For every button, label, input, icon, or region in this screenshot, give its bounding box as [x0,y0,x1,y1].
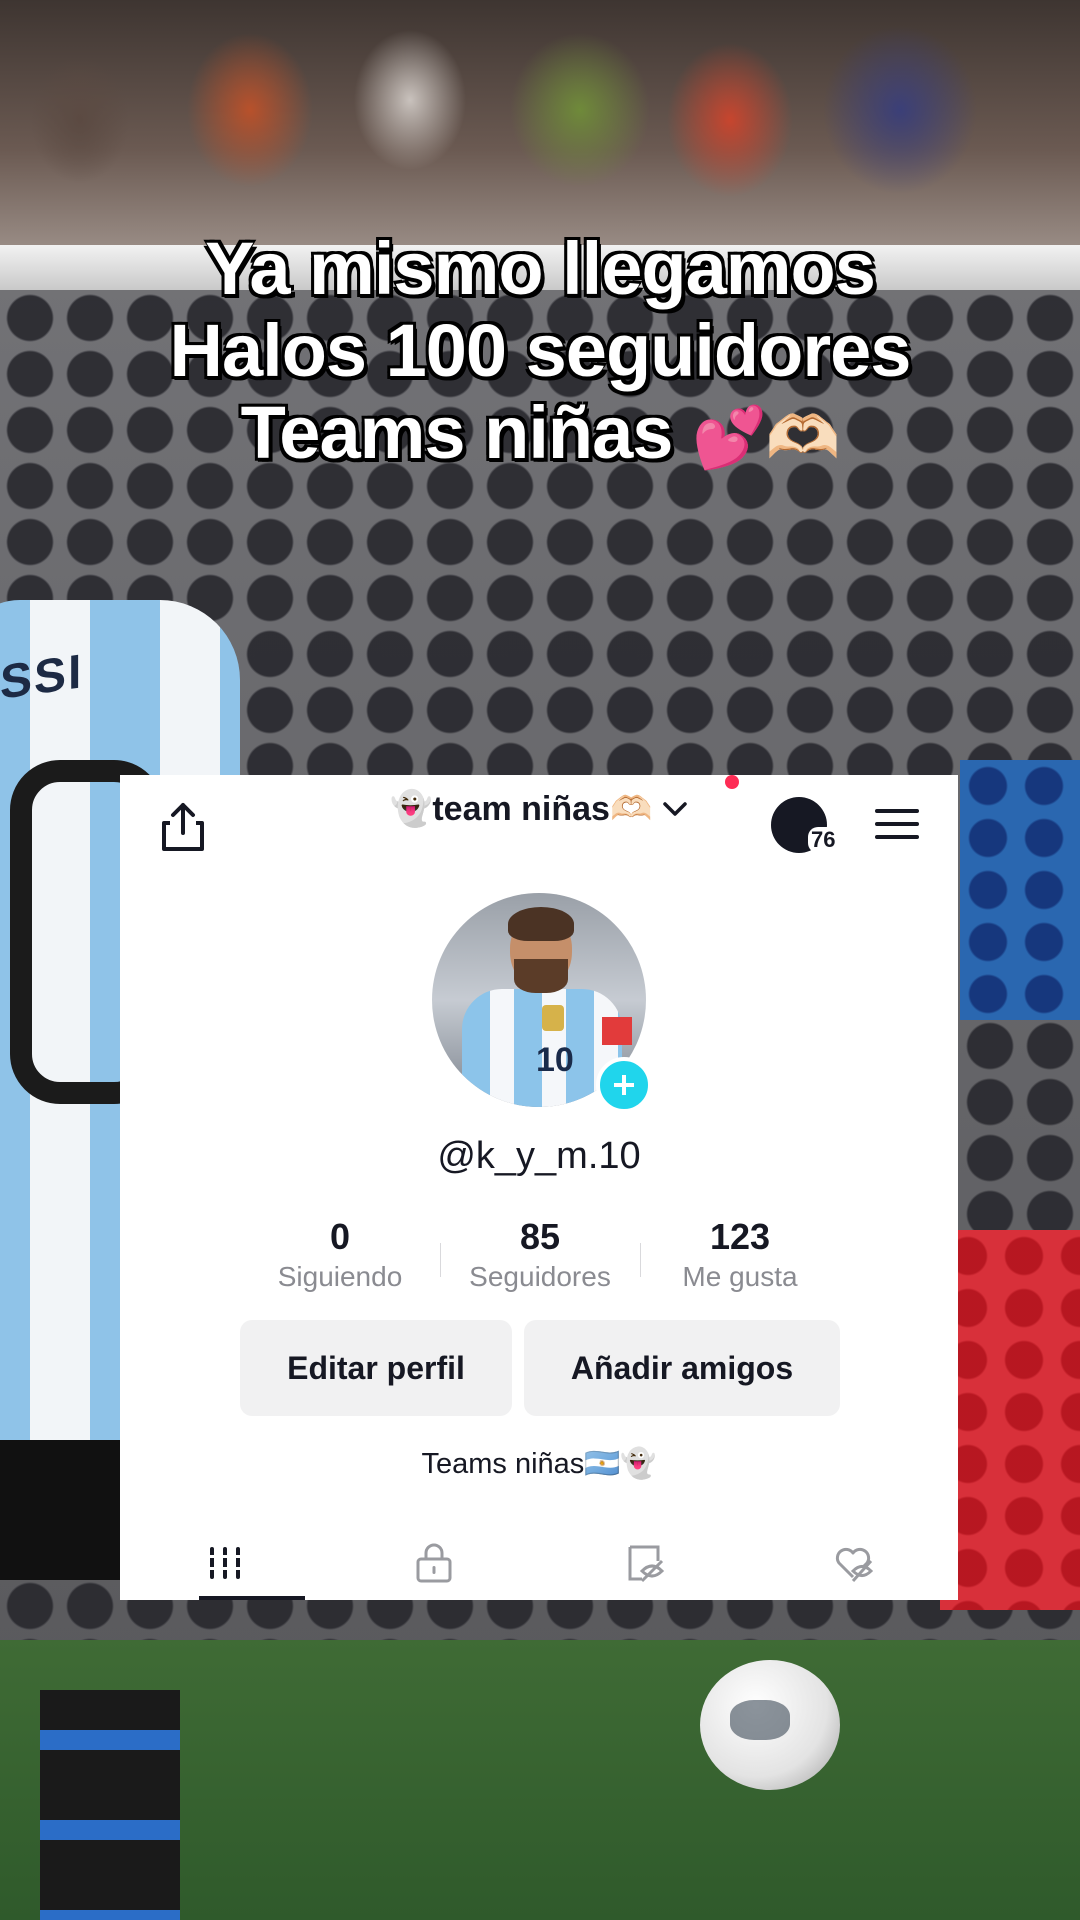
hidden-likes-icon [836,1547,874,1582]
profile-bio: Teams niñas🇦🇷👻 [421,1448,657,1480]
caption-line-3: Teams niñas 💕🫶🏻 [0,392,1080,479]
stat-following-value: 0 [329,1216,351,1257]
stat-likes-value: 123 [709,1216,771,1257]
video-caption: Ya mismo llegamos Halos 100 seguidores T… [0,228,1080,479]
account-switcher[interactable]: 👻team niñas🫶🏻 [390,789,688,829]
add-photo-button[interactable] [596,1057,652,1113]
stat-likes-label: Me gusta [682,1261,798,1292]
stat-following-label: Siguiendo [277,1261,403,1292]
tab-liked[interactable] [749,1525,959,1600]
caption-emojis: 💕🫶🏻 [691,404,840,471]
net-red-section [940,1230,1080,1610]
avatar-jersey-number: 10 [536,1041,574,1079]
private-lock-icon [416,1543,452,1582]
avatar-captain-band [602,1017,632,1045]
stat-followers-label: Seguidores [469,1261,611,1292]
football [700,1660,840,1790]
crowd-backdrop [0,0,1080,250]
profile-top-bar: 👻team niñas🫶🏻 76 [120,775,958,885]
caption-line-1: Ya mismo llegamos [205,227,876,310]
menu-icon[interactable] [875,807,919,841]
chevron-down-icon [663,802,688,816]
avatar-beard [514,959,568,993]
tab-private[interactable] [330,1525,540,1600]
account-name: 👻team niñas🫶🏻 [390,790,653,828]
tab-reposts[interactable] [539,1525,749,1600]
edit-profile-button[interactable]: Editar perfil [240,1320,512,1416]
tab-videos[interactable] [120,1525,330,1600]
share-icon[interactable] [160,801,206,853]
stat-followers-value: 85 [519,1216,561,1257]
notification-dot [725,775,739,789]
profile-actions: Editar perfil Añadir amigos [240,1320,840,1416]
caption-line-3-text: Teams niñas [240,391,674,474]
avatar-hair [508,907,574,941]
player-sock [40,1690,180,1920]
caption-line-2: Halos 100 seguidores [169,309,912,392]
profile-stats: 0 Siguiendo 85 Seguidores 123 Me gusta [240,1215,840,1305]
profile-tabs [120,1525,958,1600]
videos-grid-icon [206,1546,243,1579]
hidden-reposts-icon [628,1545,664,1582]
profile-screenshot-card: 👻team niñas🫶🏻 76 10 @k_y_m.10 0 Siguiend… [120,775,958,1600]
jersey-name-text: SSI [0,645,84,710]
net-blue-section [960,760,1080,1020]
avatar-crest [542,1005,564,1031]
add-friends-button[interactable]: Añadir amigos [524,1320,840,1416]
stat-followers[interactable]: 85 Seguidores [440,1215,640,1305]
stat-likes[interactable]: 123 Me gusta [640,1215,840,1305]
username: @k_y_m.10 [437,1135,641,1177]
stat-following[interactable]: 0 Siguiendo [240,1215,440,1305]
notification-count: 76 [808,827,839,853]
